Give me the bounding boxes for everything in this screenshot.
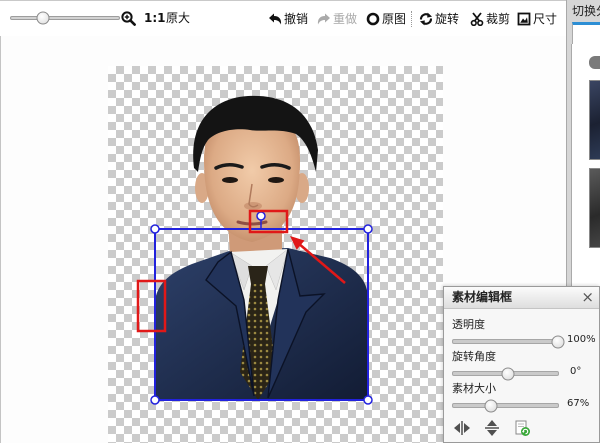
opacity-label: 透明度 <box>452 318 485 331</box>
opacity-value: 100% <box>567 334 596 345</box>
material-photo-person[interactable] <box>155 95 368 400</box>
size-slider-knob[interactable] <box>484 399 498 412</box>
flip-vertical-icon[interactable] <box>483 419 501 437</box>
rotation-slider-knob[interactable] <box>501 367 515 380</box>
category-icon[interactable] <box>589 56 600 69</box>
resize-handle-top-right[interactable] <box>363 224 373 234</box>
close-icon[interactable]: × <box>581 287 594 307</box>
size-label: 素材大小 <box>452 382 496 395</box>
dialog-header[interactable]: 素材编辑框 × <box>444 287 599 309</box>
size-slider[interactable] <box>452 399 559 412</box>
person-tie-knot <box>248 266 268 284</box>
dialog-title: 素材编辑框 <box>452 290 513 304</box>
resize-handle-bottom-right[interactable] <box>363 395 373 405</box>
rotation-label: 旋转角度 <box>452 350 496 363</box>
rotate-handle[interactable] <box>256 211 266 221</box>
rotation-value: 0° <box>570 366 582 377</box>
resize-handle-top-left[interactable] <box>150 224 160 234</box>
side-panel-title[interactable]: 切换分 <box>572 3 600 19</box>
opacity-slider-knob[interactable] <box>551 335 565 348</box>
material-thumbnail[interactable] <box>589 168 600 248</box>
opacity-slider[interactable] <box>452 335 565 348</box>
person-nose-shadow <box>244 202 262 210</box>
person-eye-left <box>222 177 238 183</box>
rotation-slider[interactable] <box>452 367 559 380</box>
duplicate-icon[interactable] <box>513 419 531 437</box>
size-value: 67% <box>567 398 590 409</box>
side-panel-tab[interactable] <box>572 22 600 44</box>
flip-horizontal-icon[interactable] <box>453 419 471 437</box>
person-eye-right <box>268 177 284 183</box>
material-editor-dialog: 素材编辑框 × 透明度 100% 旋转角度 0° 素材大小 67% <box>443 286 600 443</box>
resize-handle-bottom-left[interactable] <box>150 395 160 405</box>
material-thumbnail[interactable] <box>589 80 600 160</box>
